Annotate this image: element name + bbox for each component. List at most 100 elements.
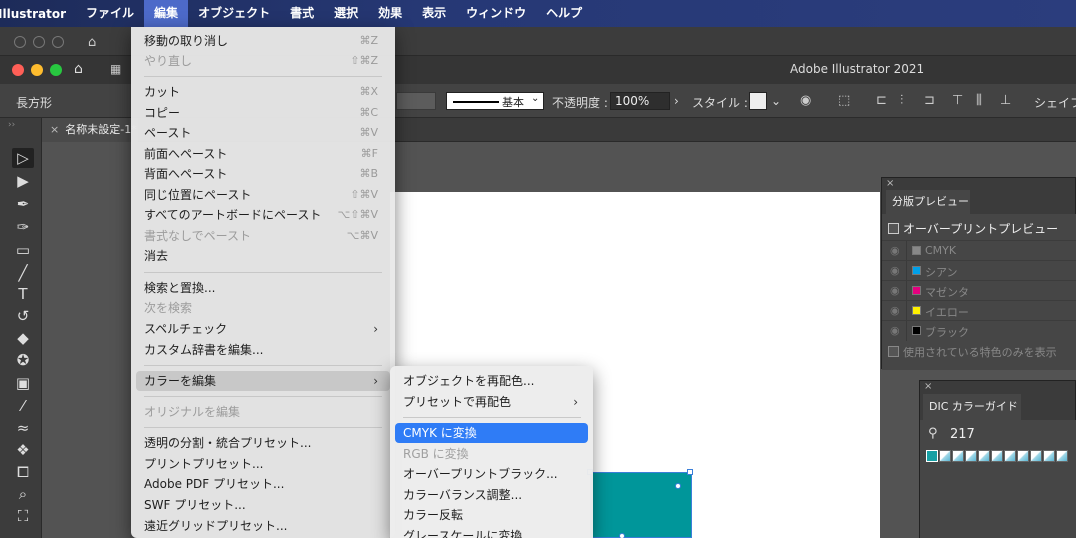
opacity-arrow-icon[interactable]: › — [674, 94, 679, 108]
eye-icon[interactable]: ◉ — [890, 284, 900, 297]
submenu-item-convert-to-rgb[interactable]: RGB に変換 — [395, 444, 588, 464]
swatch-tile[interactable] — [952, 450, 964, 462]
eyedropper-tool-icon[interactable]: ⁄ — [12, 396, 34, 416]
close-panel-icon[interactable]: × — [886, 178, 894, 189]
align-center-icon[interactable]: ⫶ — [900, 93, 903, 108]
screen-mode-icon[interactable]: ⛶ — [12, 506, 34, 526]
corner-widget[interactable] — [619, 533, 625, 538]
stroke-weight-field[interactable] — [396, 92, 436, 110]
menu-item-undo[interactable]: 移動の取り消し ⌘Z — [136, 31, 390, 51]
menu-item-perspective-grid-presets[interactable]: 遠近グリッドプリセット... — [136, 516, 390, 536]
direct-selection-tool-icon[interactable]: ▶ — [12, 171, 34, 191]
close-panel-icon[interactable]: × — [924, 381, 932, 392]
menu-item-paste-all-artboards[interactable]: すべてのアートボードにペースト ⌥⇧⌘V — [136, 205, 390, 225]
menu-item-find-next[interactable]: 次を検索 — [136, 298, 390, 318]
submenu-item-recolor-artwork[interactable]: オブジェクトを再配色... — [395, 371, 588, 391]
eye-icon[interactable]: ◉ — [890, 324, 900, 337]
shape-builder-tool-icon[interactable]: ✪ — [12, 350, 34, 370]
submenu-item-invert-colors[interactable]: カラー反転 — [395, 505, 588, 525]
paintbrush-tool-icon[interactable]: ╱ — [12, 263, 34, 283]
swatch-tile[interactable] — [939, 450, 951, 462]
home-icon[interactable]: ⌂ — [88, 35, 96, 50]
bg-zoom-button[interactable] — [52, 36, 64, 48]
workspace-switcher-icon[interactable]: ▦ — [110, 62, 121, 76]
menu-item-cut[interactable]: カット ⌘X — [136, 82, 390, 102]
home-icon[interactable]: ⌂ — [74, 61, 83, 77]
corner-widget[interactable] — [675, 483, 681, 489]
type-tool-icon[interactable]: T — [12, 284, 34, 304]
selection-tool-icon[interactable]: ▷ — [12, 148, 34, 168]
selected-rectangle[interactable] — [587, 469, 693, 538]
variable-width-profile-select[interactable]: 基本 ⌄ — [446, 92, 544, 110]
swatch-tile[interactable] — [1056, 450, 1068, 462]
menu-item-edit-custom-dictionary[interactable]: カスタム辞書を編集... — [136, 340, 390, 360]
pen-tool-icon[interactable]: ✒ — [12, 194, 34, 214]
swatch-tile[interactable] — [926, 450, 938, 462]
swatch-tile[interactable] — [1030, 450, 1042, 462]
eye-icon[interactable]: ◉ — [890, 264, 900, 277]
graphic-style-swatch[interactable] — [749, 92, 767, 110]
swatch-tile[interactable] — [1043, 450, 1055, 462]
separation-row-black[interactable]: ◉ ブラック — [882, 320, 1076, 341]
panel-tab-dic[interactable]: DIC カラーガイド — [923, 394, 1021, 420]
gradient-tool-icon[interactable]: ▣ — [12, 373, 34, 393]
swatch-tile[interactable] — [1004, 450, 1016, 462]
swatch-tile[interactable] — [1017, 450, 1029, 462]
transform-icon[interactable]: ⬚ — [838, 93, 850, 108]
menu-item-find-replace[interactable]: 検索と置換... — [136, 278, 390, 298]
menu-item-clear[interactable]: 消去 — [136, 246, 390, 266]
artboard-tool-icon[interactable]: ⧠ — [12, 462, 34, 482]
blend-tool-icon[interactable]: ≈ — [12, 418, 34, 438]
submenu-item-overprint-black[interactable]: オーバープリントブラック... — [395, 464, 588, 484]
symbol-sprayer-tool-icon[interactable]: ❖ — [12, 440, 34, 460]
zoom-button[interactable] — [50, 64, 62, 76]
align-middle-icon[interactable]: ⫼ — [976, 93, 982, 108]
curvature-tool-icon[interactable]: ✑ — [12, 217, 34, 237]
eye-icon[interactable]: ◉ — [890, 244, 900, 257]
menu-item-flattener-presets[interactable]: 透明の分割・統合プリセット... — [136, 433, 390, 453]
menu-help[interactable]: ヘルプ — [536, 0, 592, 27]
menu-item-pdf-presets[interactable]: Adobe PDF プリセット... — [136, 474, 390, 494]
minimize-button[interactable] — [31, 64, 43, 76]
rectangle-tool-icon[interactable]: ▭ — [12, 240, 34, 260]
menu-item-paste-in-back[interactable]: 背面へペースト ⌘B — [136, 164, 390, 184]
swatch-tile[interactable] — [991, 450, 1003, 462]
eraser-tool-icon[interactable]: ◆ — [12, 328, 34, 348]
menu-window[interactable]: ウィンドウ — [456, 0, 536, 27]
separation-row-cyan[interactable]: ◉ シアン — [882, 260, 1076, 281]
panel-grip-icon[interactable]: ›› — [8, 120, 15, 130]
checkbox-icon[interactable] — [888, 223, 899, 234]
rotate-tool-icon[interactable]: ↺ — [12, 306, 34, 326]
separation-row-cmyk[interactable]: ◉ CMYK — [882, 240, 1076, 261]
chevron-down-icon[interactable]: ⌄ — [771, 94, 781, 108]
menu-item-paste[interactable]: ペースト ⌘V — [136, 123, 390, 143]
submenu-item-recolor-with-preset[interactable]: プリセットで再配色 › — [395, 392, 588, 412]
menu-item-swf-presets[interactable]: SWF プリセット... — [136, 495, 390, 515]
submenu-item-adjust-color-balance[interactable]: カラーバランス調整... — [395, 485, 588, 505]
align-left-icon[interactable]: ⊏ — [876, 93, 887, 108]
align-right-icon[interactable]: ⊐ — [924, 93, 935, 108]
swatch-tile[interactable] — [978, 450, 990, 462]
menu-item-spelling[interactable]: スペルチェック › — [136, 319, 390, 339]
menu-item-paste-in-front[interactable]: 前面へペースト ⌘F — [136, 144, 390, 164]
bg-close-button[interactable] — [14, 36, 26, 48]
app-menu-illustrator[interactable]: Illustrator — [0, 7, 76, 21]
eye-icon[interactable]: ◉ — [890, 304, 900, 317]
overprint-preview-checkbox[interactable]: オーバープリントプレビュー — [888, 220, 1058, 237]
align-bottom-icon[interactable]: ⊥ — [1000, 93, 1011, 108]
close-button[interactable] — [12, 64, 24, 76]
menu-item-print-presets[interactable]: プリントプリセット... — [136, 454, 390, 474]
swatch-tile[interactable] — [965, 450, 977, 462]
document-tab[interactable]: × 名称未設定-1* — [42, 118, 138, 142]
zoom-tool-icon[interactable]: ⌕ — [12, 484, 34, 504]
separation-row-magenta[interactable]: ◉ マゼンタ — [882, 280, 1076, 301]
recolor-artwork-icon[interactable]: ◉ — [800, 93, 811, 108]
menu-file[interactable]: ファイル — [76, 0, 144, 27]
opacity-input[interactable]: 100% — [610, 92, 670, 110]
spot-colors-only-checkbox[interactable]: 使用されている特色のみを表示 — [888, 344, 1057, 360]
bg-minimize-button[interactable] — [33, 36, 45, 48]
submenu-item-convert-to-grayscale[interactable]: グレースケールに変換 — [395, 526, 588, 538]
menu-item-edit-colors[interactable]: カラーを編集 › — [136, 371, 390, 391]
close-tab-icon[interactable]: × — [50, 123, 59, 136]
menu-select[interactable]: 選択 — [324, 0, 368, 27]
